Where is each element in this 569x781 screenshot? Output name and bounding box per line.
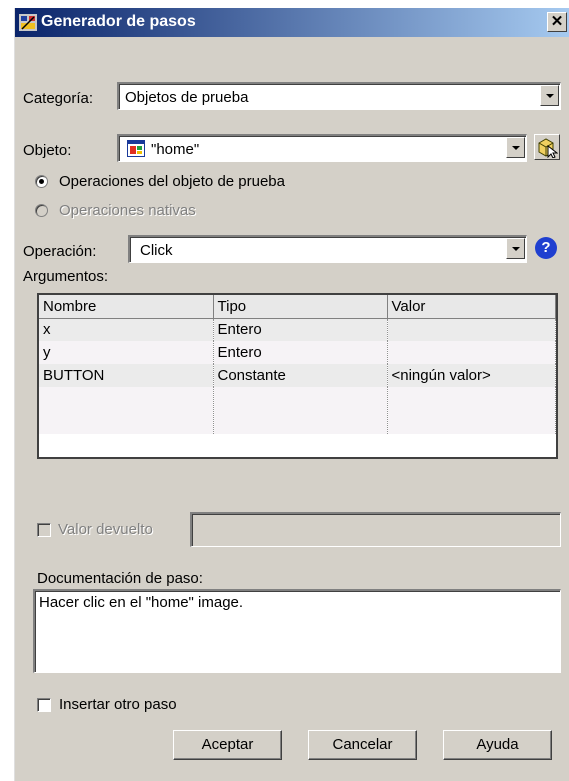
categoria-label: Categoría: (23, 90, 94, 107)
cell-tipo[interactable]: Entero (213, 318, 388, 341)
native-operations-radio[interactable] (35, 204, 48, 217)
cell-valor[interactable] (387, 318, 556, 341)
close-button[interactable]: ✕ (547, 12, 567, 32)
argumentos-label: Argumentos: (23, 268, 109, 285)
object-spy-icon (538, 138, 558, 158)
help-button[interactable]: Ayuda (443, 730, 552, 760)
select-object-button[interactable] (534, 134, 560, 160)
documentacion-label: Documentación de paso: (37, 570, 203, 587)
accept-button[interactable]: Aceptar (173, 730, 282, 760)
close-icon: ✕ (550, 13, 564, 30)
table-row[interactable]: x Entero (39, 318, 556, 341)
valor-devuelto-checkbox[interactable] (37, 523, 51, 537)
arguments-table: Nombre Tipo Valor x Entero y Entero BUTT (39, 295, 556, 434)
arguments-grid[interactable]: Nombre Tipo Valor x Entero y Entero BUTT (37, 293, 558, 459)
test-object-operations-radio[interactable] (35, 175, 48, 188)
documentacion-text: Hacer clic en el "home" image. (39, 594, 244, 611)
categoria-dropdown-button[interactable] (540, 85, 559, 106)
operacion-label: Operación: (23, 243, 97, 260)
column-header-tipo[interactable]: Tipo (213, 295, 388, 319)
step-generator-dialog: Generador de pasos ✕ Categoría: Objetos … (14, 8, 569, 781)
insertar-otro-paso-checkbox[interactable] (37, 698, 51, 712)
valor-devuelto-field[interactable] (190, 512, 561, 547)
operacion-value: Click (140, 242, 173, 259)
cell-tipo[interactable]: Entero (213, 341, 388, 364)
documentacion-textarea[interactable]: Hacer clic en el "home" image. (33, 589, 561, 673)
column-header-nombre[interactable]: Nombre (39, 295, 214, 319)
cell-tipo[interactable] (213, 387, 388, 434)
cell-valor[interactable] (387, 341, 556, 364)
title-bar: Generador de pasos ✕ (15, 8, 569, 37)
cell-valor[interactable] (387, 387, 556, 434)
window-title: Generador de pasos (41, 13, 196, 30)
categoria-combobox[interactable]: Objetos de prueba (117, 82, 561, 110)
categoria-value: Objetos de prueba (125, 89, 249, 106)
cell-nombre[interactable]: x (39, 318, 214, 341)
image-object-icon (127, 140, 145, 157)
insertar-otro-paso-label: Insertar otro paso (59, 696, 177, 713)
cell-nombre[interactable] (39, 387, 214, 434)
cell-nombre[interactable]: y (39, 341, 214, 364)
app-icon (19, 14, 37, 31)
table-row[interactable]: BUTTON Constante <ningún valor> (39, 364, 556, 387)
help-icon[interactable]: ? (535, 237, 557, 259)
test-object-operations-label: Operaciones del objeto de prueba (59, 173, 285, 190)
column-header-valor[interactable]: Valor (387, 295, 556, 319)
native-operations-label: Operaciones nativas (59, 202, 196, 219)
table-row[interactable]: y Entero (39, 341, 556, 364)
objeto-dropdown-button[interactable] (506, 137, 525, 158)
operacion-dropdown-button[interactable] (506, 238, 525, 259)
cell-nombre[interactable]: BUTTON (39, 364, 214, 387)
cancel-button[interactable]: Cancelar (308, 730, 417, 760)
objeto-combobox[interactable]: "home" (117, 134, 527, 162)
valor-devuelto-label: Valor devuelto (58, 521, 153, 538)
cell-tipo[interactable]: Constante (213, 364, 388, 387)
table-row[interactable] (39, 387, 556, 434)
table-header-row: Nombre Tipo Valor (39, 295, 556, 319)
objeto-value: "home" (151, 141, 200, 158)
cell-valor[interactable]: <ningún valor> (387, 364, 556, 387)
operacion-combobox[interactable]: Click (128, 235, 527, 263)
objeto-label: Objeto: (23, 142, 72, 159)
